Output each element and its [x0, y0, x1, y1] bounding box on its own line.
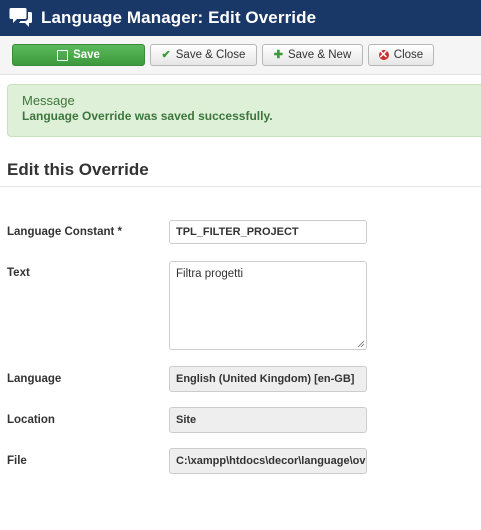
text-label: Text: [7, 267, 30, 279]
divider: [0, 186, 481, 187]
toolbar: Save ✔ Save & Close ✚ Save & New ✕ Close: [0, 36, 481, 75]
file-label: File: [7, 455, 27, 467]
save-new-button[interactable]: ✚ Save & New: [262, 44, 363, 66]
alert-message: Language Override was saved successfully…: [22, 109, 273, 123]
text-value: Filtra progetti: [176, 268, 244, 280]
file-field: C:\xampp\htdocs\decor\language\overrides…: [169, 448, 367, 474]
resize-grip-icon[interactable]: [357, 340, 365, 348]
close-icon: ✕: [378, 49, 389, 61]
edit-icon: [57, 49, 69, 61]
save-close-button-label: Save & Close: [175, 49, 246, 61]
check-icon: ✔: [161, 48, 171, 61]
save-close-button[interactable]: ✔ Save & Close: [150, 44, 257, 66]
alert-heading: Message: [22, 93, 75, 108]
close-button[interactable]: ✕ Close: [368, 44, 434, 66]
save-button-label: Save: [73, 49, 100, 61]
plus-icon: ✚: [273, 48, 283, 61]
success-alert: Message Language Override was saved succ…: [7, 84, 481, 137]
title-bar: Language Manager: Edit Override: [0, 0, 481, 36]
constant-input[interactable]: TPL_FILTER_PROJECT: [169, 220, 367, 244]
section-title: Edit this Override: [7, 160, 149, 179]
constant-label: Language Constant *: [7, 226, 123, 238]
comments-icon: [9, 8, 32, 27]
close-button-label: Close: [393, 49, 424, 61]
save-new-button-label: Save & New: [287, 49, 352, 61]
language-label: Language: [7, 373, 62, 385]
save-button[interactable]: Save: [12, 44, 145, 66]
page-title: Language Manager: Edit Override: [41, 8, 317, 27]
text-textarea[interactable]: Filtra progetti: [169, 261, 367, 350]
language-field: English (United Kingdom) [en-GB]: [169, 366, 367, 392]
location-field: Site: [169, 407, 367, 433]
location-label: Location: [7, 414, 55, 426]
